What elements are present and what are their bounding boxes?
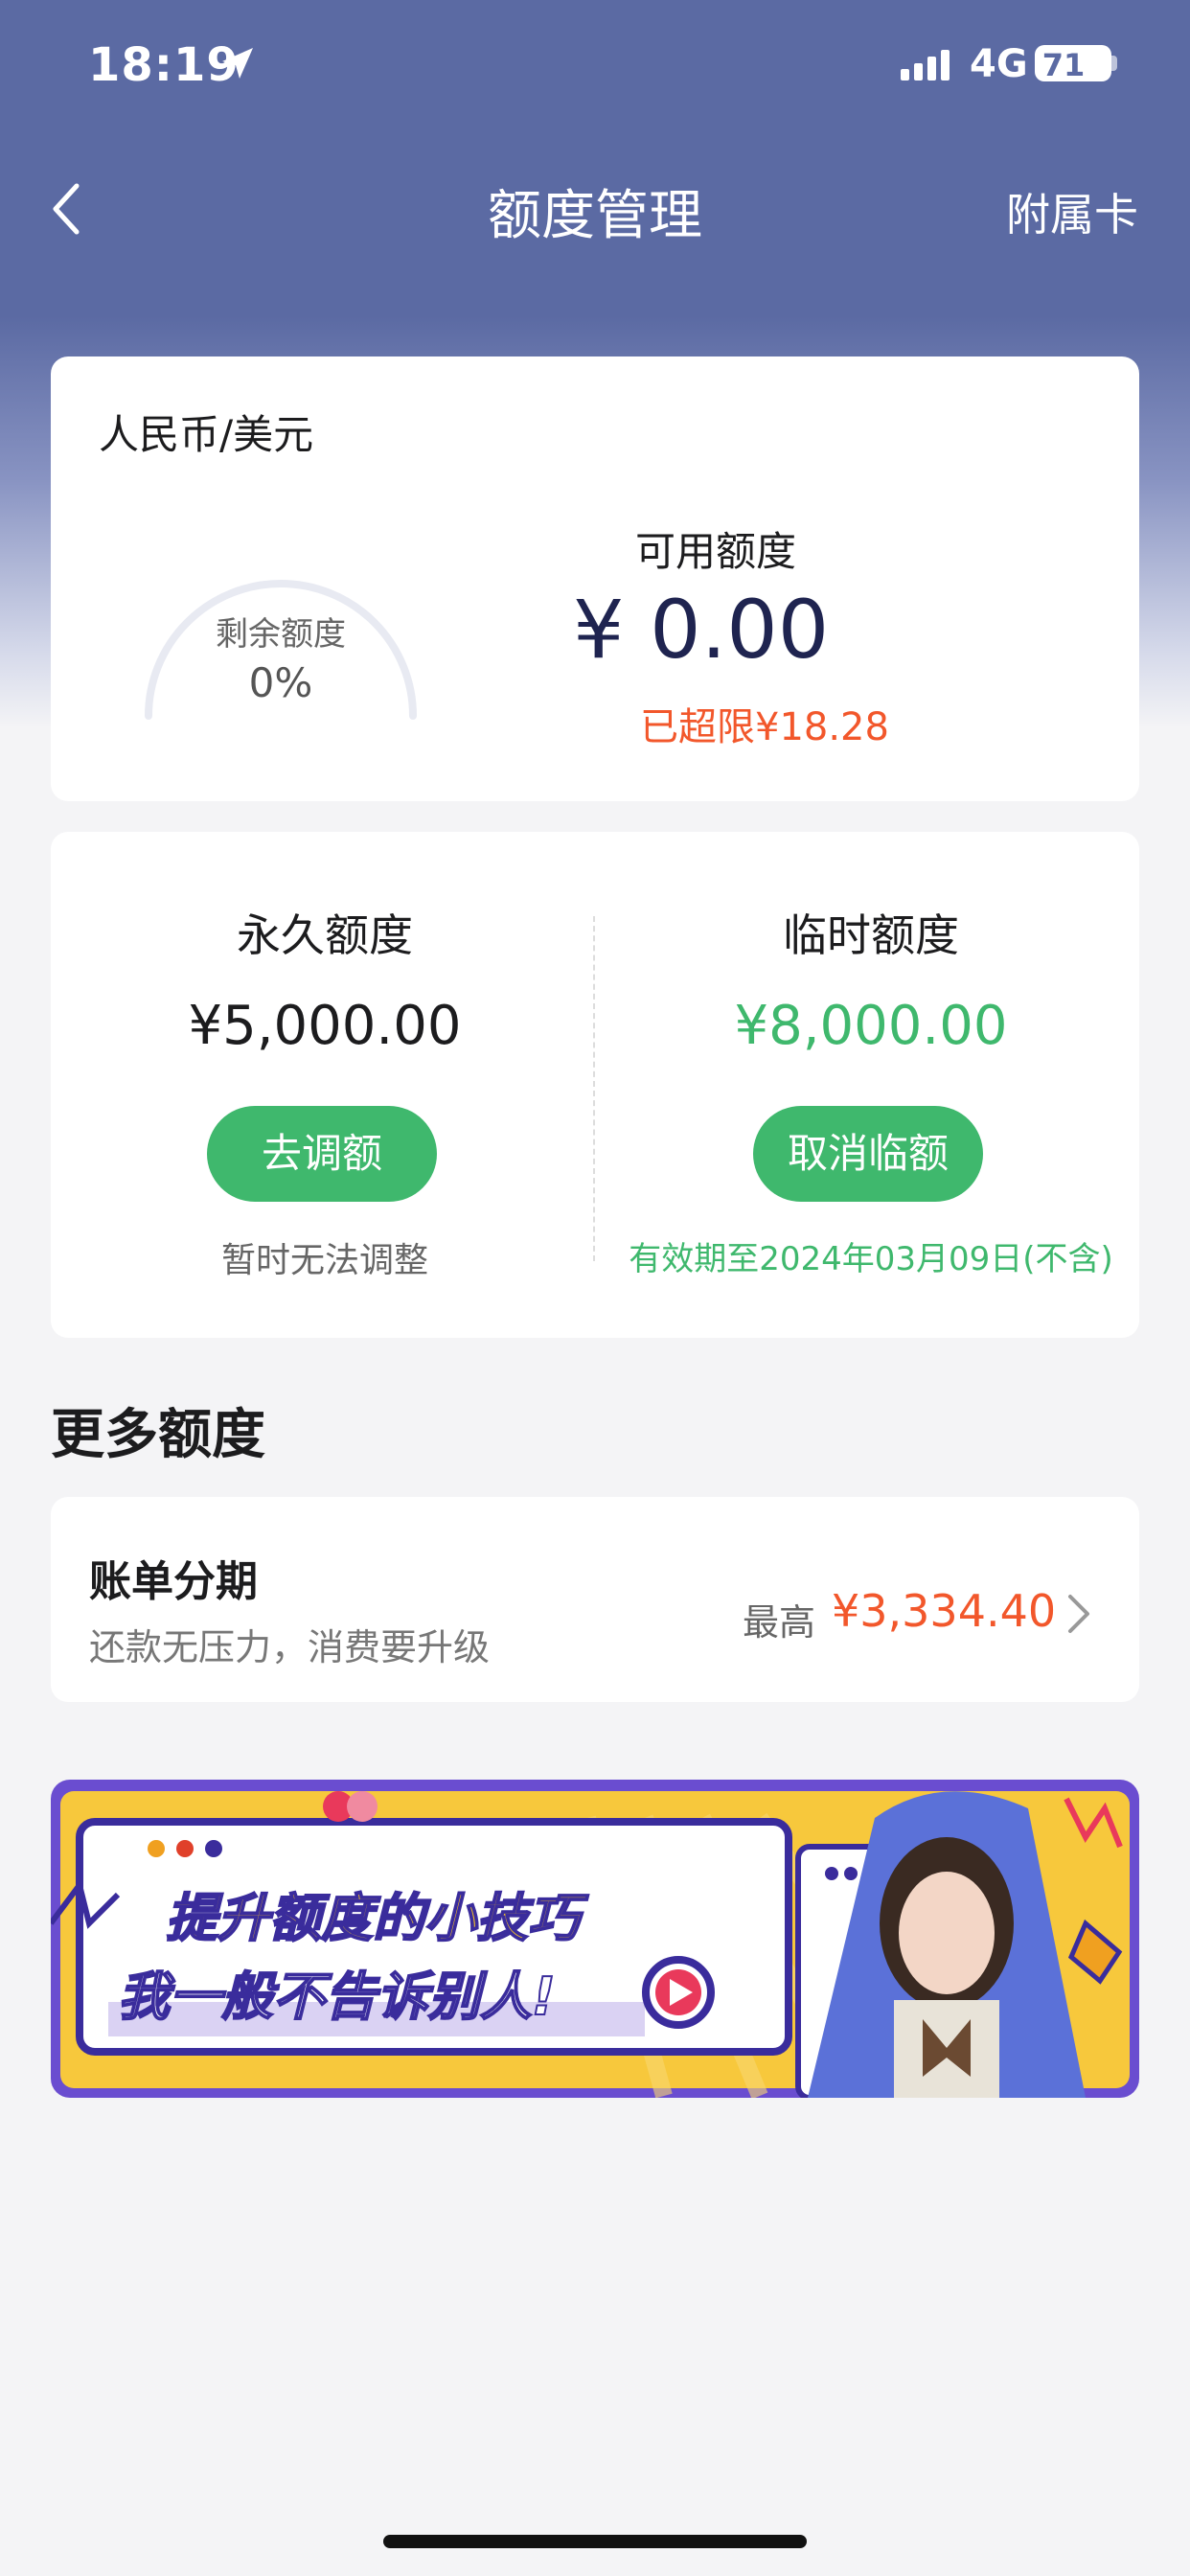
banner-headline: 提升额度的小技巧 (165, 1887, 581, 1949)
chevron-right-icon (1068, 1595, 1089, 1633)
temporary-limit-validity: 有效期至2024年03月09日(不含) (629, 1240, 1113, 1278)
banner-subline: 我一般不告诉别人! (117, 1966, 557, 2028)
battery-tip (1111, 56, 1117, 71)
temporary-limit-label: 临时额度 (783, 909, 959, 961)
temporary-limit-value: ¥8,000.00 (734, 995, 1008, 1057)
over-limit-text: 已超限¥18.28 (640, 705, 889, 749)
cancel-temporary-limit-button[interactable]: 取消临额 (753, 1106, 983, 1202)
section-title: 更多额度 (51, 1404, 265, 1466)
network-type: 4G (970, 42, 1028, 86)
remaining-value: 0% (248, 659, 313, 706)
limit-summary-card: 人民币/美元 剩余额度 0% 可用额度 ¥ 0.00 已超限¥18.28 (51, 356, 1139, 801)
home-indicator[interactable] (383, 2535, 807, 2548)
installment-title: 账单分期 (89, 1557, 258, 1606)
currency-label: 人民币/美元 (99, 411, 314, 458)
status-time: 18:19 (88, 38, 240, 92)
installment-max-label: 最高 (743, 1601, 816, 1644)
permanent-limit-label: 永久额度 (237, 909, 413, 961)
permanent-limit-value: ¥5,000.00 (188, 995, 462, 1057)
promo-banner[interactable]: 提升额度的小技巧 我一般不告诉别人! (51, 1780, 1139, 2098)
available-value: ¥ 0.00 (573, 583, 830, 677)
permanent-limit-note: 暂时无法调整 (220, 1241, 428, 1280)
available-label: 可用额度 (635, 528, 797, 575)
signal-icon (901, 50, 950, 80)
remaining-label: 剩余额度 (216, 615, 346, 654)
column-divider (593, 916, 595, 1261)
location-arrow-icon (222, 48, 253, 79)
limits-card: 永久额度 ¥5,000.00 去调额 暂时无法调整 临时额度 ¥8,000.00… (51, 832, 1139, 1338)
adjust-limit-button[interactable]: 去调额 (207, 1106, 437, 1202)
supplementary-card-link[interactable]: 附属卡 (1006, 180, 1138, 243)
installment-max-value: ¥3,334.40 (832, 1585, 1057, 1637)
installment-subtitle: 还款无压力，消费要升级 (89, 1626, 491, 1668)
installment-row[interactable]: 账单分期 还款无压力，消费要升级 最高 ¥3,334.40 (51, 1497, 1139, 1702)
battery-level: 71 (1041, 47, 1086, 83)
